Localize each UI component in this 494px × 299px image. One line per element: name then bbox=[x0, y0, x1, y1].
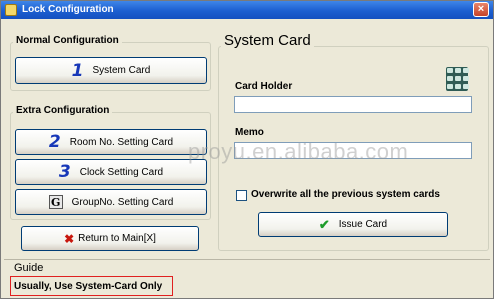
card-holder-input[interactable] bbox=[234, 96, 472, 113]
guide-message: Usually, Use System-Card Only bbox=[10, 276, 173, 296]
letter-g-icon: G bbox=[48, 195, 63, 209]
checkmark-icon: ✔ bbox=[318, 216, 330, 232]
overwrite-label: Overwrite all the previous system cards bbox=[251, 189, 440, 200]
number-1-icon: 1 bbox=[71, 60, 84, 81]
card-holder-label: Card Holder bbox=[235, 81, 293, 92]
app-icon bbox=[5, 4, 17, 16]
system-card-button[interactable]: 1 System Card bbox=[15, 57, 207, 84]
window-title: Lock Configuration bbox=[22, 4, 114, 15]
keypad-icon bbox=[446, 67, 469, 91]
clock-setting-card-label: Clock Setting Card bbox=[79, 166, 164, 178]
x-icon: ✖ bbox=[64, 231, 75, 246]
issue-card-button[interactable]: ✔ Issue Card bbox=[258, 212, 448, 237]
room-no-setting-card-button[interactable]: 2 Room No. Setting Card bbox=[15, 129, 207, 155]
guide-divider bbox=[4, 259, 490, 260]
guide-title: Guide bbox=[11, 262, 47, 274]
groupno-setting-card-button[interactable]: G GroupNo. Setting Card bbox=[15, 189, 207, 215]
title-bar[interactable]: Lock Configuration × bbox=[1, 1, 493, 19]
memo-label: Memo bbox=[235, 127, 264, 138]
system-card-button-label: System Card bbox=[92, 65, 151, 76]
return-to-main-button[interactable]: ✖ Return to Main[X] bbox=[21, 226, 199, 251]
watermark-text: proyu.en.alibaba.com bbox=[188, 139, 409, 164]
return-to-main-label: Return to Main[X] bbox=[78, 233, 156, 244]
number-3-icon: 3 bbox=[58, 162, 71, 182]
close-button[interactable]: × bbox=[473, 2, 489, 17]
system-card-title: System Card bbox=[221, 32, 314, 50]
groupno-setting-card-label: GroupNo. Setting Card bbox=[71, 196, 174, 208]
room-no-setting-card-label: Room No. Setting Card bbox=[69, 136, 174, 148]
normal-configuration-title: Normal Configuration bbox=[13, 35, 122, 46]
clock-setting-card-button[interactable]: 3 Clock Setting Card bbox=[15, 159, 207, 185]
issue-card-label: Issue Card bbox=[338, 219, 388, 230]
lock-configuration-window: Lock Configuration × Normal Configuratio… bbox=[0, 0, 494, 299]
number-2-icon: 2 bbox=[48, 132, 61, 152]
extra-configuration-title: Extra Configuration bbox=[13, 105, 113, 116]
overwrite-checkbox[interactable] bbox=[236, 190, 247, 201]
